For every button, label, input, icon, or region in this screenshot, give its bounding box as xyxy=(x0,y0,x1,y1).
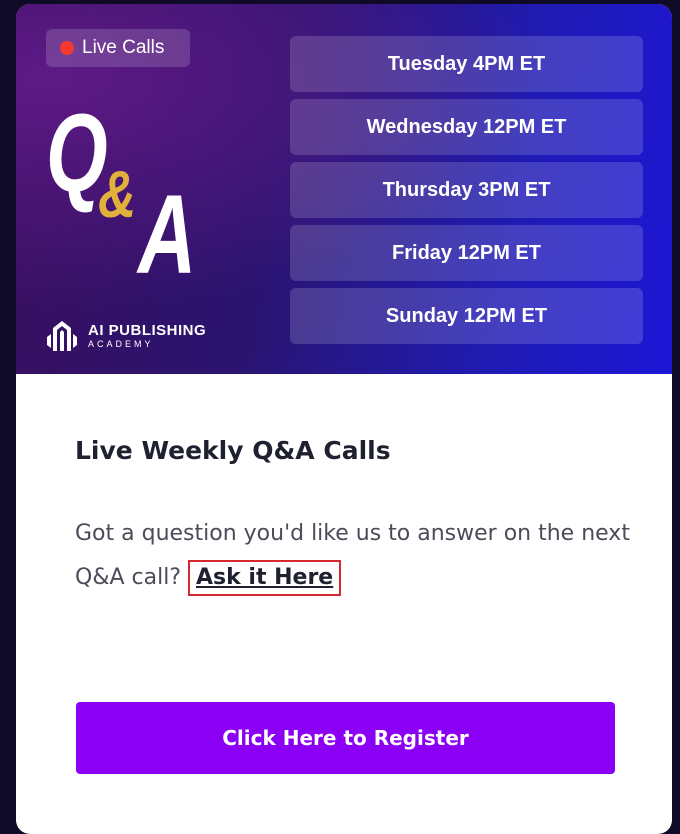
schedule-slot: Thursday 3PM ET xyxy=(290,162,643,218)
brand-name-line2: ACADEMY xyxy=(88,338,154,349)
card-title: Live Weekly Q&A Calls xyxy=(75,436,391,465)
qa-logo-ampersand: & xyxy=(98,157,137,231)
schedule-slot: Tuesday 4PM ET xyxy=(290,36,643,92)
schedule-slot: Friday 12PM ET xyxy=(290,225,643,281)
brand-logo: AI PUBLISHING ACADEMY xyxy=(44,316,206,356)
schedule-slot: Wednesday 12PM ET xyxy=(290,99,643,155)
ask-it-here-link[interactable]: Ask it Here xyxy=(188,560,342,596)
qa-logo-a: A xyxy=(138,172,197,297)
live-dot-icon xyxy=(60,41,74,55)
brand-name: AI PUBLISHING ACADEMY xyxy=(88,321,207,350)
schedule-slot: Sunday 12PM ET xyxy=(290,288,643,344)
card-description-text: Got a question you'd like us to answer o… xyxy=(75,521,630,590)
register-button[interactable]: Click Here to Register xyxy=(76,702,615,774)
qa-banner: Live Calls Q & A AI PUBLISHING ACADEMY T… xyxy=(16,4,672,374)
call-schedule: Tuesday 4PM ET Wednesday 12PM ET Thursda… xyxy=(290,36,643,351)
live-calls-badge: Live Calls xyxy=(46,29,190,67)
card-description: Got a question you'd like us to answer o… xyxy=(75,512,635,600)
ai-publishing-logo-icon xyxy=(47,321,77,351)
brand-name-line1: AI PUBLISHING xyxy=(88,321,207,339)
live-calls-label: Live Calls xyxy=(82,37,165,58)
qa-card: Live Calls Q & A AI PUBLISHING ACADEMY T… xyxy=(16,4,672,834)
qa-logo: Q & A xyxy=(46,99,246,297)
